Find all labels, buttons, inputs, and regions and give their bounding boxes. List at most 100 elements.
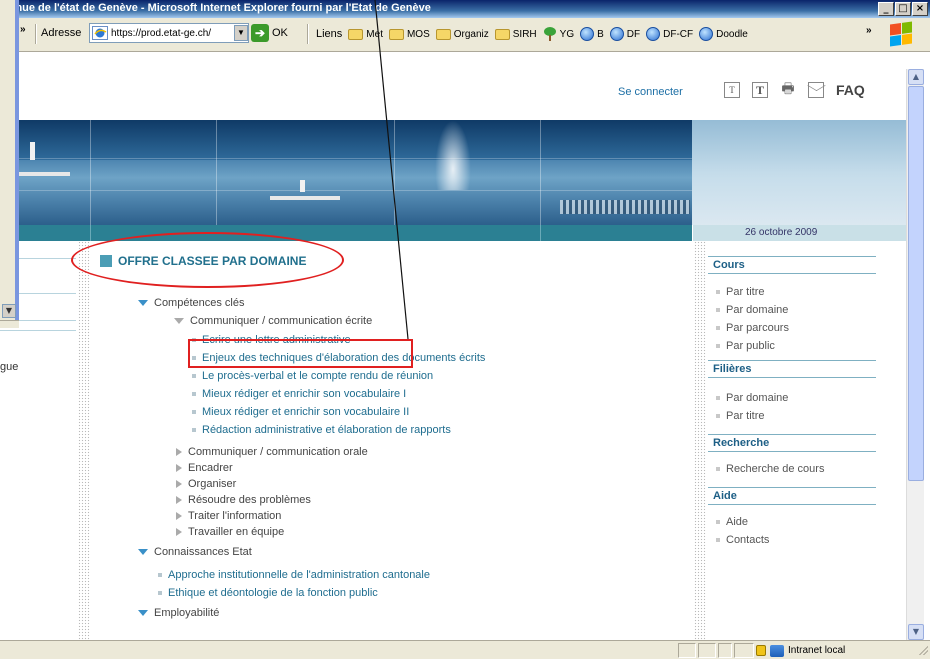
print-icon[interactable]: 🖶 <box>780 82 796 98</box>
sidebar-item-filieres-par-domaine[interactable]: Par domaine <box>716 392 788 404</box>
status-panel <box>698 643 716 658</box>
course-link-label: Rédaction administrative et élaboration … <box>202 424 451 436</box>
sidebar-item-label: Aide <box>726 516 749 528</box>
go-label: OK <box>272 27 288 39</box>
toolbar-separator <box>307 24 309 44</box>
link-mos[interactable]: MOS <box>388 28 430 40</box>
link-sirh[interactable]: SIRH <box>494 28 537 40</box>
course-link-redaction[interactable]: Rédaction administrative et élaboration … <box>192 424 451 436</box>
links-label: Liens <box>316 28 343 40</box>
sidebar-item-cours-par-parcours[interactable]: Par parcours <box>716 322 789 334</box>
link-organiz[interactable]: Organiz <box>435 28 489 40</box>
close-button[interactable]: × <box>912 2 928 16</box>
tree-node-label: Résoudre des problèmes <box>188 494 311 506</box>
window-titlebar[interactable]: ntinue de l'état de Genève - Microsoft I… <box>0 0 930 18</box>
sidebar-item-cours-par-public[interactable]: Par public <box>716 340 775 352</box>
left-partial-text: gue <box>0 361 19 373</box>
link-label: B <box>597 28 604 40</box>
link-yg[interactable]: YG <box>543 27 574 41</box>
tree-node-communiquer-ecrite[interactable]: Communiquer / communication écrite <box>174 315 372 327</box>
tree-node-resoudre[interactable]: Résoudre des problèmes <box>176 494 311 506</box>
course-link-ethique[interactable]: Ethique et déontologie de la fonction pu… <box>158 587 378 599</box>
course-link-label: Mieux rédiger et enrichir son vocabulair… <box>202 388 407 400</box>
sidebar-heading-label: Cours <box>713 259 745 271</box>
folder-icon <box>494 28 510 40</box>
annotation-ellipse <box>71 232 344 288</box>
pier-shape <box>10 172 70 176</box>
connect-link[interactable]: Se connecter <box>618 86 683 98</box>
toolbar-overflow-chevron[interactable]: » <box>20 24 26 35</box>
vertical-scrollbar[interactable]: ▲ ▼ <box>906 69 924 640</box>
annotation-box <box>188 339 413 368</box>
sidebar-heading-cours: Cours <box>708 256 876 274</box>
text-larger-icon[interactable]: T <box>752 82 768 98</box>
sidebar-item-cours-par-titre[interactable]: Par titre <box>716 286 765 298</box>
nav-band <box>0 225 692 241</box>
maximize-button[interactable]: □ <box>895 2 911 16</box>
current-date: 26 octobre 2009 <box>745 227 818 238</box>
bullet-icon <box>192 410 196 414</box>
mail-icon[interactable] <box>808 82 824 98</box>
scroll-up-arrow-icon[interactable]: ▲ <box>908 69 924 85</box>
right-sidebar: Cours Par titre Par domaine Par parcours… <box>708 241 906 640</box>
security-zone[interactable]: Intranet local <box>756 643 845 658</box>
tree-node-competences[interactable]: Compétences clés <box>138 297 245 309</box>
banner-image <box>0 120 906 225</box>
sidebar-item-cours-par-domaine[interactable]: Par domaine <box>716 304 788 316</box>
links-overflow-chevron[interactable]: » <box>866 25 872 36</box>
tree-node-employabilite[interactable]: Employabilité <box>138 607 219 619</box>
sidebar-item-contacts[interactable]: Contacts <box>716 534 769 546</box>
sidebar-heading-aide: Aide <box>708 487 876 505</box>
address-input[interactable]: https://prod.etat-ge.ch/ ▼ <box>89 23 249 43</box>
course-link-proces-verbal[interactable]: Le procès-verbal et le compte rendu de r… <box>192 370 433 382</box>
link-label: Met <box>366 28 383 40</box>
tree-node-encadrer[interactable]: Encadrer <box>176 462 233 474</box>
address-dropdown-button[interactable]: ▼ <box>234 25 248 41</box>
tree-node-travailler[interactable]: Travailler en équipe <box>176 526 284 538</box>
tree-node-communiquer-orale[interactable]: Communiquer / communication orale <box>176 446 368 458</box>
toolbar-separator <box>35 24 37 44</box>
harbor-boats <box>560 200 690 214</box>
bullet-icon <box>716 414 720 418</box>
sidebar-item-label: Par titre <box>726 410 765 422</box>
tree-node-organiser[interactable]: Organiser <box>176 478 236 490</box>
link-doodle[interactable]: Doodle <box>699 27 748 41</box>
sidebar-heading-recherche: Recherche <box>708 434 876 452</box>
security-zone-label: Intranet local <box>788 645 846 656</box>
status-panel <box>718 643 732 658</box>
tree-node-connaissances[interactable]: Connaissances Etat <box>138 546 252 558</box>
resize-grip-icon[interactable] <box>918 645 928 655</box>
background-window-edge: ▼ <box>0 0 19 328</box>
tree-node-traiter[interactable]: Traiter l'information <box>176 510 281 522</box>
lighthouse-shape <box>300 180 305 192</box>
status-panel <box>678 643 696 658</box>
text-smaller-icon[interactable]: T <box>724 82 740 98</box>
sidebar-item-recherche-de-cours[interactable]: Recherche de cours <box>716 463 824 475</box>
dropdown-button[interactable]: ▼ <box>2 304 16 318</box>
link-met[interactable]: Met <box>348 28 383 40</box>
sidebar-item-aide[interactable]: Aide <box>716 516 748 528</box>
scroll-down-arrow-icon[interactable]: ▼ <box>908 624 924 640</box>
faq-link[interactable]: FAQ <box>836 82 865 98</box>
link-df[interactable]: DF <box>609 27 640 41</box>
link-b[interactable]: B <box>580 27 604 41</box>
tree-node-label: Communiquer / communication orale <box>188 446 368 458</box>
window-title: ntinue de l'état de Genève - Microsoft I… <box>2 2 431 14</box>
ie-page-icon <box>646 27 661 41</box>
bullet-icon <box>192 374 196 378</box>
link-df-cf[interactable]: DF-CF <box>646 27 693 41</box>
course-link-vocabulaire-2[interactable]: Mieux rédiger et enrichir son vocabulair… <box>192 406 409 418</box>
folder-icon <box>348 28 364 40</box>
go-button[interactable]: ➔ OK <box>251 24 288 42</box>
bullet-icon <box>192 392 196 396</box>
course-link-vocabulaire-1[interactable]: Mieux rédiger et enrichir son vocabulair… <box>192 388 406 400</box>
sidebar-item-filieres-par-titre[interactable]: Par titre <box>716 410 765 422</box>
window-resize-grip[interactable] <box>0 320 19 328</box>
minimize-button[interactable]: _ <box>878 2 894 16</box>
scrollbar-thumb[interactable] <box>908 86 924 481</box>
site-topnav: Se connecter T T 🖶 FAQ <box>0 53 906 120</box>
course-link-approche[interactable]: Approche institutionnelle de l'administr… <box>158 569 430 581</box>
links-bar: Liens Met MOS Organiz SIRH YG B DF DF-CF… <box>316 24 748 44</box>
ie-page-icon <box>580 27 595 41</box>
banner-right-panel <box>692 120 906 225</box>
